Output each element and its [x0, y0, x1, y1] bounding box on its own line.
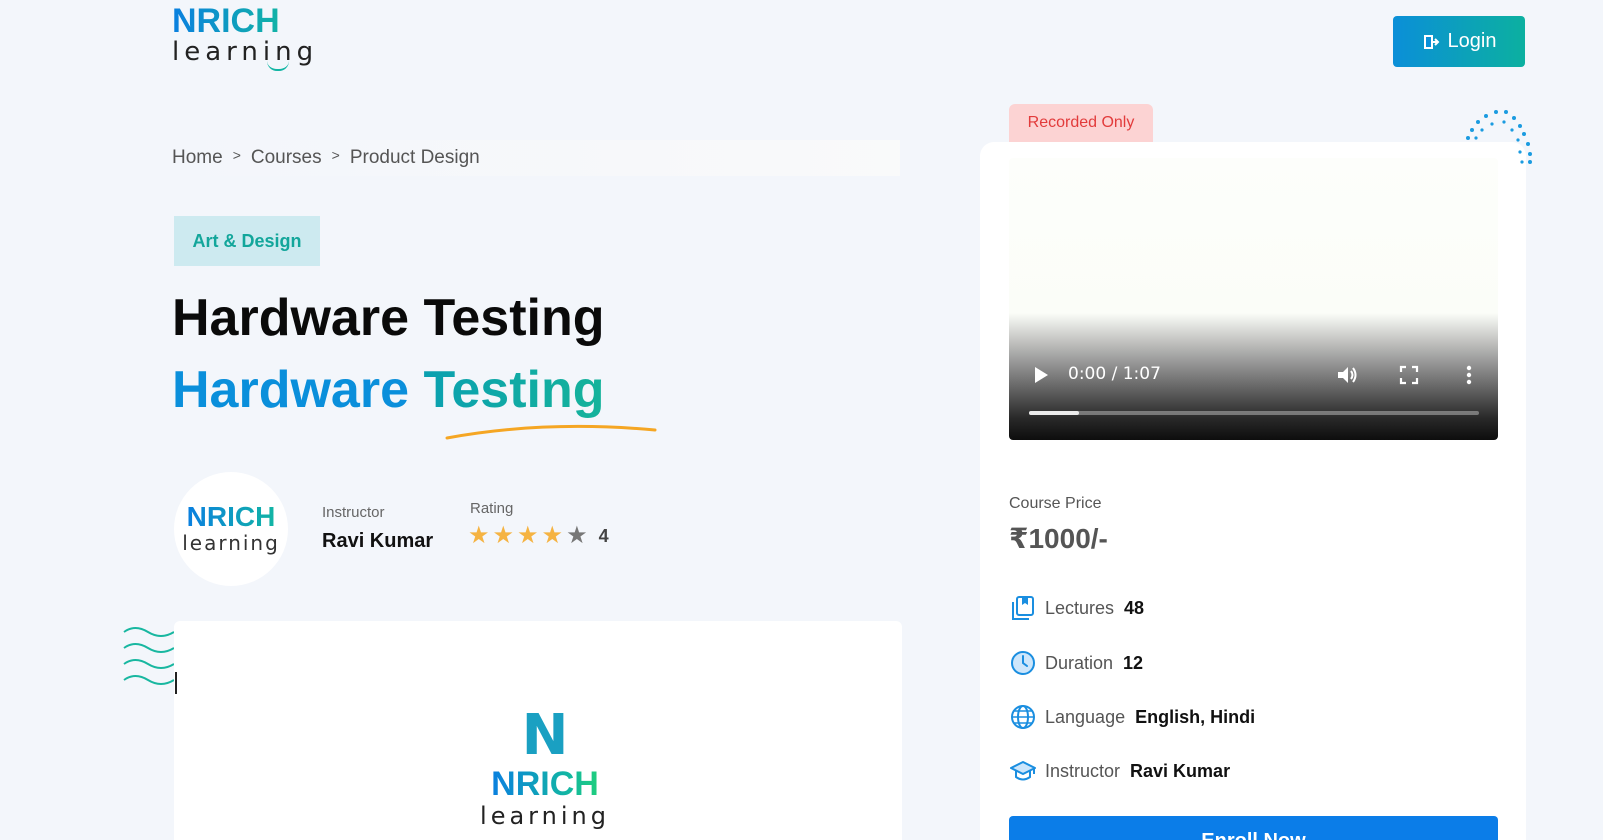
- detail-value: 48: [1124, 597, 1145, 618]
- course-image-wordmark: NRICH: [491, 765, 599, 803]
- star-icon: ★: [517, 522, 539, 549]
- logo-tagline: learning: [172, 37, 319, 67]
- globe-icon: [1009, 703, 1037, 731]
- course-title-highlight: Hardware Testing: [172, 360, 605, 420]
- clock-icon: [1009, 649, 1037, 677]
- course-video-player[interactable]: 0:00 / 1:07: [1009, 158, 1498, 440]
- recorded-only-tag: Recorded Only: [1009, 104, 1153, 142]
- detail-row-lectures: Lectures 48: [1009, 594, 1144, 622]
- login-label: Login: [1447, 30, 1497, 52]
- course-image-logo: N NRICH learning: [460, 708, 630, 840]
- course-title: Hardware Testing: [172, 289, 605, 347]
- site-logo[interactable]: NRICH learning: [172, 4, 332, 74]
- detail-value: English, Hindi: [1135, 706, 1256, 727]
- login-button[interactable]: Login: [1393, 16, 1525, 67]
- video-time: 0:00 / 1:07: [1068, 364, 1161, 384]
- price-value: ₹1000/-: [1009, 523, 1108, 554]
- logo-n-mark: N: [521, 703, 569, 768]
- chevron-right-icon: >: [232, 147, 241, 163]
- wave-decoration: [123, 627, 175, 685]
- text-caret: [175, 672, 177, 694]
- video-controls: 0:00 / 1:07: [1009, 320, 1498, 440]
- login-icon: [1423, 34, 1439, 49]
- logo-smile-decoration: [267, 61, 289, 71]
- star-icon: ★: [492, 522, 515, 549]
- detail-label: Instructor: [1045, 760, 1121, 781]
- avatar-logo-tagline: learning: [182, 531, 280, 555]
- instructor-name: Ravi Kumar: [322, 530, 434, 552]
- video-progress-fill: [1029, 411, 1079, 415]
- detail-value: 12: [1123, 652, 1144, 673]
- logo-wordmark: NRICH: [172, 4, 332, 38]
- graduation-cap-icon: [1009, 757, 1037, 785]
- star-icon: ★: [468, 522, 490, 549]
- avatar-logo-wordmark: NRICH: [186, 501, 276, 532]
- star-icon: ★: [566, 522, 588, 549]
- rating-label: Rating: [470, 500, 514, 517]
- detail-label: Language: [1045, 706, 1126, 727]
- enroll-now-button[interactable]: Enroll Now: [1009, 816, 1498, 840]
- price-label: Course Price: [1009, 495, 1102, 512]
- breadcrumb-courses[interactable]: Courses: [251, 147, 322, 169]
- course-image-tagline: learning: [480, 802, 610, 830]
- fullscreen-icon[interactable]: [1398, 364, 1420, 386]
- title-underline-decoration: [445, 424, 657, 440]
- volume-icon[interactable]: [1336, 364, 1358, 386]
- detail-label: Duration: [1045, 652, 1114, 673]
- instructor-label: Instructor: [322, 504, 385, 521]
- more-options-icon[interactable]: [1458, 364, 1480, 386]
- detail-row-language: Language English, Hindi: [1009, 703, 1255, 731]
- rating-value: 4: [598, 525, 609, 546]
- video-progress-bar[interactable]: [1029, 411, 1479, 415]
- category-badge[interactable]: Art & Design: [174, 216, 320, 266]
- breadcrumb: Home > Courses > Product Design: [172, 140, 900, 176]
- detail-label: Lectures: [1045, 597, 1115, 618]
- play-icon[interactable]: [1031, 365, 1051, 385]
- chevron-right-icon: >: [331, 147, 340, 163]
- book-icon: [1009, 594, 1037, 622]
- breadcrumb-current: Product Design: [349, 147, 480, 168]
- star-icon: ★: [541, 522, 564, 549]
- detail-row-instructor: Instructor Ravi Kumar: [1009, 757, 1230, 785]
- rating-stars: ★ ★ ★ ★ ★ 4: [468, 524, 609, 548]
- breadcrumb-home[interactable]: Home: [172, 147, 223, 169]
- detail-value: Ravi Kumar: [1130, 760, 1231, 781]
- detail-row-duration: Duration 12: [1009, 649, 1143, 677]
- title-highlight-part-2: Testing: [423, 361, 605, 419]
- instructor-avatar: NRICH learning: [174, 472, 288, 586]
- title-highlight-part-1: Hardware: [172, 361, 409, 419]
